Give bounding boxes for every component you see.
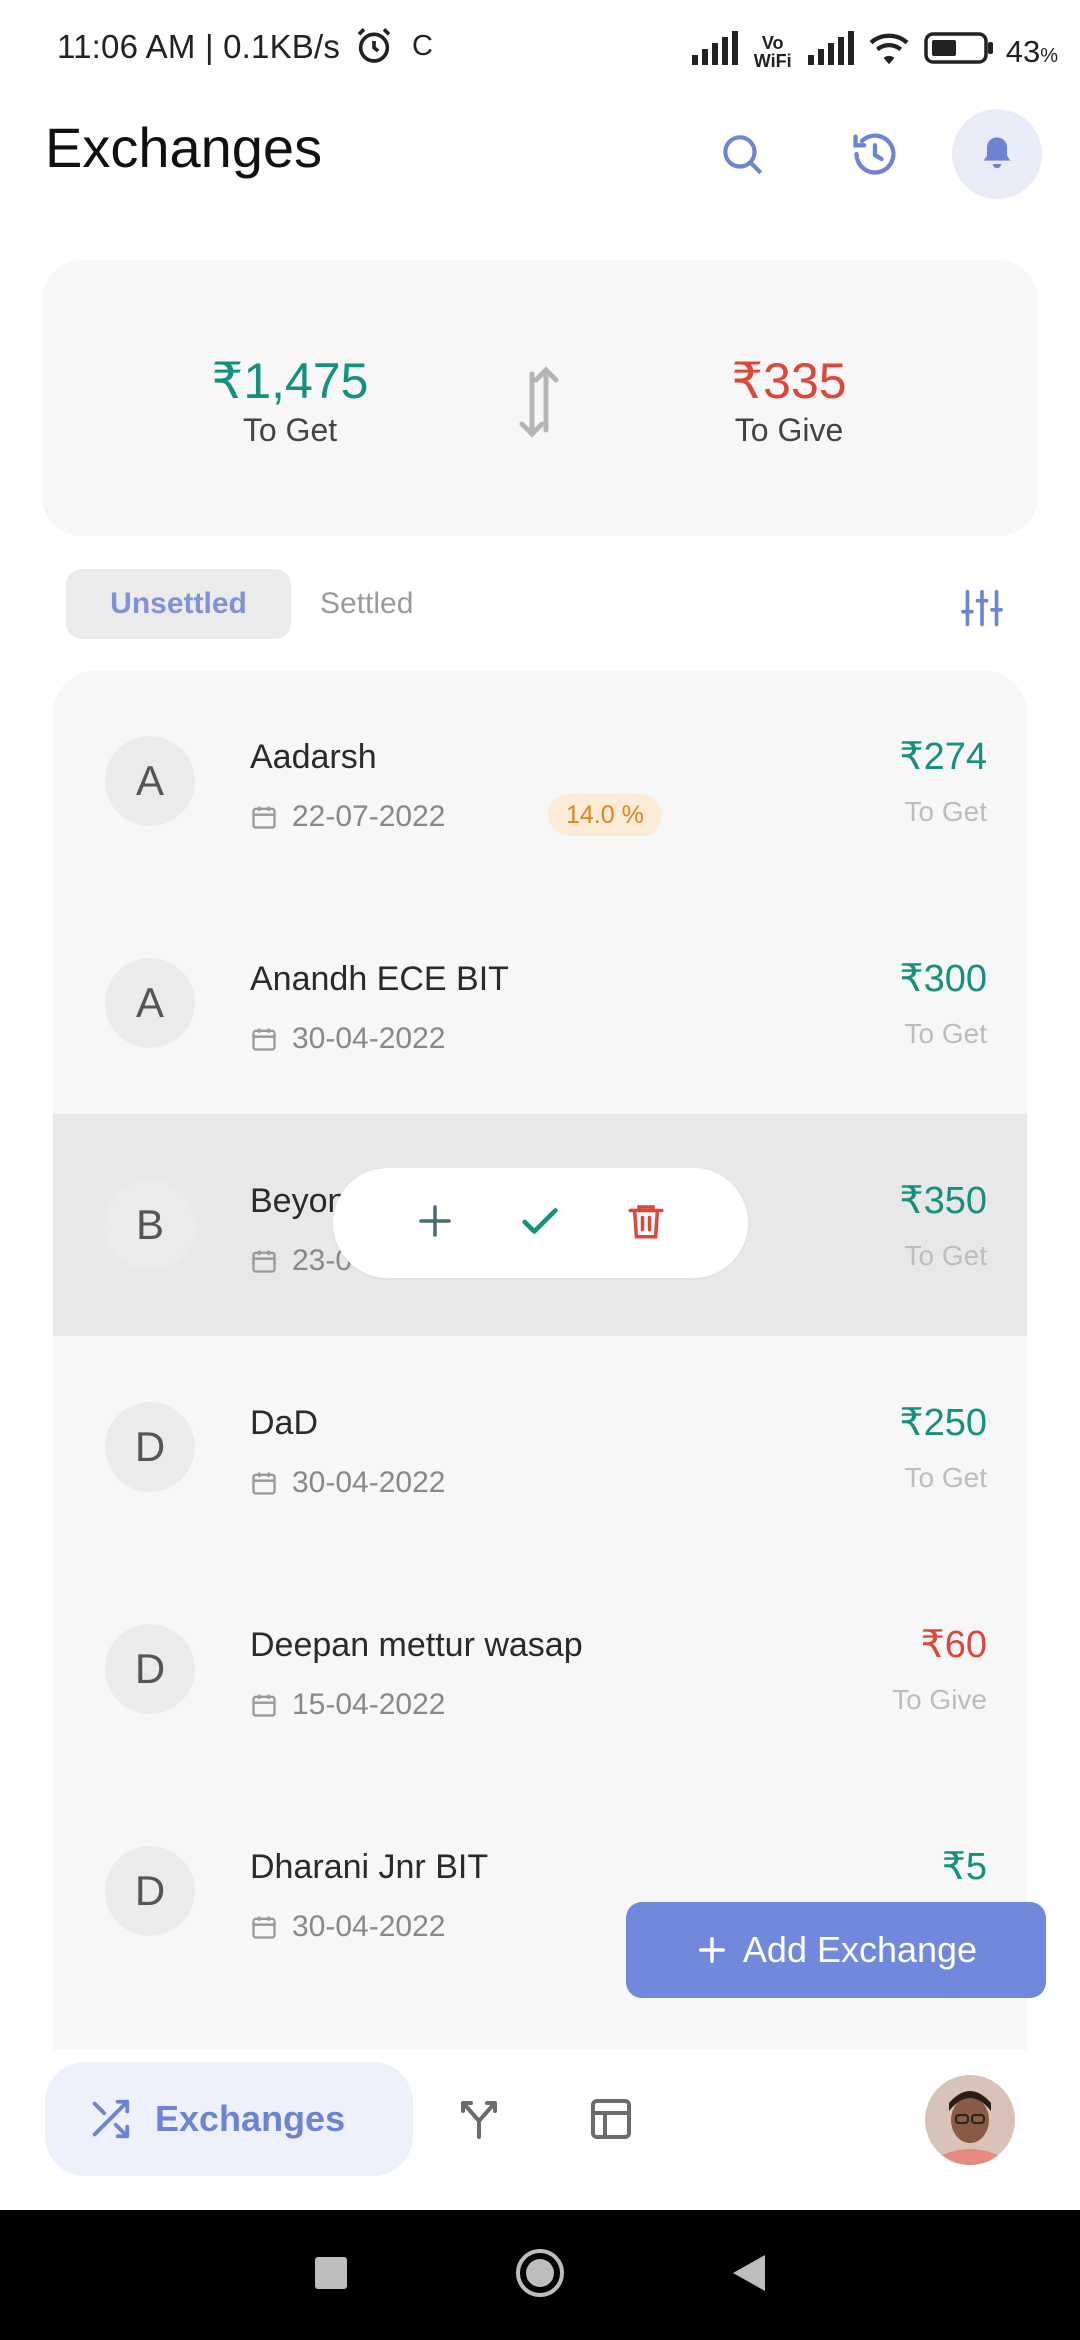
amount: ₹300 <box>899 958 987 1000</box>
battery-icon <box>923 31 994 73</box>
avatar: D <box>105 1402 195 1492</box>
trash-icon <box>628 1204 664 1238</box>
delete-button[interactable] <box>625 1199 667 1248</box>
list-item[interactable]: D Deepan mettur wasap 15-04-2022 ₹60 To … <box>53 1558 1027 1780</box>
to-get-amount: ₹1,475 <box>211 353 369 409</box>
date: 30-04-2022 <box>250 1466 445 1500</box>
exchange-type: To Get <box>904 796 987 827</box>
bell-icon <box>983 137 1011 169</box>
exchange-type: To Get <box>904 1018 987 1049</box>
avatar: A <box>105 958 195 1048</box>
recents-button[interactable] <box>313 2255 349 2296</box>
nav-dashboard[interactable] <box>587 2095 635 2148</box>
tab-settled[interactable]: Settled <box>320 569 413 639</box>
signal-icon <box>691 31 738 73</box>
plus-icon <box>419 1204 451 1237</box>
calendar-icon <box>252 1472 276 1495</box>
exchange-type: To Give <box>892 1684 987 1715</box>
back-button[interactable] <box>731 2253 767 2298</box>
exchange-list: A Aadarsh 22-07-2022 14.0 % ₹274 To Get … <box>53 670 1027 2050</box>
list-item[interactable]: A Anandh ECE BIT 30-04-2022 ₹300 To Get <box>53 892 1027 1114</box>
amount: ₹350 <box>899 1180 987 1222</box>
check-icon <box>522 1207 559 1234</box>
nav-exchanges[interactable]: Exchanges <box>45 2062 413 2176</box>
vowifi-label: Vo WiFi <box>753 33 792 71</box>
battery-percent: 43% <box>1005 34 1058 69</box>
settle-button[interactable] <box>517 1198 563 1249</box>
contact-name: DaD <box>250 1404 319 1442</box>
alarm-icon <box>354 26 394 71</box>
calendar-icon <box>252 806 276 829</box>
nav-exchanges-label: Exchanges <box>155 2098 346 2139</box>
to-give-label: To Give <box>734 412 844 448</box>
to-get-label: To Get <box>242 412 338 448</box>
page-title: Exchanges <box>45 116 323 179</box>
contact-name: Aadarsh <box>250 738 377 776</box>
amount: ₹250 <box>899 1402 987 1444</box>
amount: ₹60 <box>920 1624 987 1666</box>
status-extra: C <box>412 30 433 62</box>
calendar-icon <box>252 1250 276 1273</box>
date: 22-07-2022 <box>250 800 445 834</box>
split-icon <box>461 2101 497 2139</box>
exchange-type: To Get <box>904 1462 987 1493</box>
shuffle-icon <box>92 2099 130 2139</box>
signal-icon-2 <box>807 31 854 73</box>
to-give-amount: ₹335 <box>731 353 847 409</box>
list-item[interactable]: D DaD 30-04-2022 ₹250 To Get <box>53 1336 1027 1558</box>
home-circle-icon <box>515 2248 564 2297</box>
wifi-icon <box>866 30 912 74</box>
filter-button[interactable] <box>960 588 1004 633</box>
date: 30-04-2022 <box>250 1022 445 1056</box>
contact-name: Beyon <box>250 1182 347 1220</box>
amount: ₹5 <box>941 1846 987 1888</box>
history-icon <box>853 133 896 175</box>
contact-name: Deepan mettur wasap <box>250 1626 583 1664</box>
summary-card: ₹1,475 To Get ₹335 To Give <box>42 260 1038 536</box>
swap-arrows-icon <box>514 362 564 447</box>
calendar-icon <box>252 1916 276 1939</box>
contact-name: Anandh ECE BIT <box>250 960 509 998</box>
system-nav-bar <box>0 2210 1080 2340</box>
amount: ₹274 <box>899 736 987 778</box>
avatar: B <box>105 1180 195 1270</box>
add-exchange-label: Add Exchange <box>742 1929 978 1970</box>
date: 23-0 <box>250 1244 352 1278</box>
home-button[interactable] <box>514 2247 566 2304</box>
plus-icon <box>698 1936 725 1964</box>
exchange-type: To Get <box>904 1240 987 1271</box>
search-icon <box>723 135 763 175</box>
avatar: D <box>105 1624 195 1714</box>
square-icon <box>314 2256 347 2289</box>
tab-unsettled[interactable]: Unsettled <box>66 569 291 639</box>
add-exchange-button[interactable]: Add Exchange <box>626 1902 1046 1998</box>
layout-icon <box>591 2099 631 2139</box>
date: 15-04-2022 <box>250 1688 445 1722</box>
nav-split[interactable] <box>455 2095 503 2148</box>
status-icons: Vo WiFi 43% <box>691 30 1058 74</box>
list-item[interactable]: A Aadarsh 22-07-2022 14.0 % ₹274 To Get <box>53 670 1027 892</box>
date: 30-04-2022 <box>250 1910 445 1944</box>
interest-badge: 14.0 % <box>548 794 662 836</box>
avatar: A <box>105 736 195 826</box>
notifications-button[interactable] <box>952 109 1042 199</box>
filter-sliders-icon <box>961 589 1003 627</box>
back-triangle-icon <box>733 2254 766 2291</box>
calendar-icon <box>252 1694 276 1717</box>
search-button[interactable] <box>697 109 787 199</box>
history-button[interactable] <box>830 109 920 199</box>
row-actions <box>333 1168 748 1278</box>
avatar: D <box>105 1846 195 1936</box>
calendar-icon <box>252 1028 276 1051</box>
contact-name: Dharani Jnr BIT <box>250 1848 489 1886</box>
status-time: 11:06 AM | 0.1KB/s <box>57 28 341 65</box>
add-entry-button[interactable] <box>414 1200 456 1247</box>
profile-avatar[interactable] <box>925 2075 1015 2165</box>
